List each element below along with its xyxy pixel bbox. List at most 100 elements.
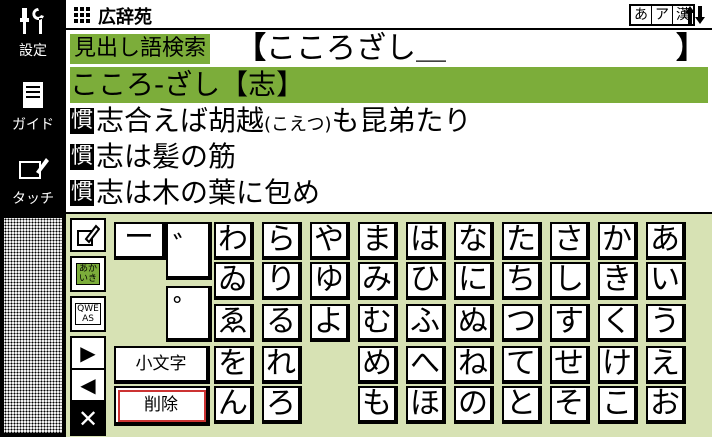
kana-key[interactable]: ゐ (214, 262, 254, 300)
kana-key[interactable]: る (262, 304, 302, 342)
kana-key[interactable]: よ (310, 304, 350, 342)
prev-button[interactable]: ◀ (70, 368, 106, 402)
kana-key[interactable]: も (358, 386, 398, 424)
kana-key[interactable]: ん (214, 386, 254, 424)
mode-hiragana: あ (631, 6, 652, 24)
result-item[interactable]: 慣志は木の葉に包め (70, 175, 320, 211)
result-text: 志は髪の筋 (96, 140, 237, 173)
kana-key[interactable]: ね (454, 346, 494, 384)
grid-menu-icon (74, 7, 90, 23)
kana-key[interactable]: い (646, 262, 686, 300)
up-down-arrows-icon[interactable] (684, 4, 706, 26)
settings-button[interactable]: 設定 (4, 4, 62, 70)
kana-key[interactable]: く (598, 304, 638, 342)
guide-label: ガイド (12, 117, 54, 133)
search-input[interactable]: 【こころざし＿ 】 (236, 32, 706, 66)
next-button[interactable]: ▶ (70, 336, 106, 370)
search-row: 見出し語検索 【こころざし＿ 】 (66, 32, 712, 67)
kana-key[interactable]: り (262, 262, 302, 300)
kana-key[interactable]: ゑ (214, 304, 254, 342)
close-icon: ✕ (77, 405, 99, 433)
kana-key[interactable]: と (502, 386, 542, 424)
kana-key[interactable]: の (454, 386, 494, 424)
hiragana-layout-label: あかいき (76, 263, 100, 285)
kana-key[interactable]: は (406, 222, 446, 260)
right-arrow-icon: ▶ (80, 341, 96, 365)
kana-key[interactable]: ひ (406, 262, 446, 300)
search-value: こころざし＿ (266, 31, 446, 66)
kana-key[interactable]: を (214, 346, 254, 384)
result-item[interactable]: 慣志合えば胡越(こえつ)も昆弟たり (70, 103, 472, 139)
kana-key[interactable]: せ (550, 346, 590, 384)
open-bracket: 【 (236, 31, 266, 66)
guide-button[interactable]: ガイド (4, 78, 62, 144)
kana-key[interactable]: す (550, 304, 590, 342)
long-vowel-key[interactable]: ー (114, 222, 166, 260)
settings-tools-icon (20, 8, 44, 34)
kana-key[interactable]: れ (262, 346, 302, 384)
kana-key[interactable]: ら (262, 222, 302, 260)
kana-key[interactable]: や (310, 222, 350, 260)
settings-label: 設定 (19, 43, 47, 59)
result-text: 志は木の葉に包め (96, 176, 321, 209)
result-text: 志合えば胡越 (96, 104, 265, 137)
title-bar: 広辞苑 あ ア 漢 (66, 0, 712, 30)
kana-key[interactable]: わ (214, 222, 254, 260)
close-keyboard-button[interactable]: ✕ (70, 402, 106, 436)
kana-key[interactable]: な (454, 222, 494, 260)
kana-key[interactable]: に (454, 262, 494, 300)
idiom-tag: 慣 (70, 108, 95, 134)
handwriting-button[interactable] (70, 218, 106, 252)
qwerty-layout-button[interactable]: QWEAS (70, 296, 106, 332)
touch-label: タッチ (12, 191, 54, 207)
mode-katakana: ア (652, 6, 673, 24)
kana-key[interactable]: う (646, 304, 686, 342)
kana-key[interactable]: ぬ (454, 304, 494, 342)
hiragana-layout-button[interactable]: あかいき (70, 256, 106, 292)
kana-key[interactable]: ろ (262, 386, 302, 424)
kana-key[interactable]: ち (502, 262, 542, 300)
sidebar: 設定 ガイド タッチ (0, 0, 66, 437)
small-kana-key[interactable]: 小文字 (114, 346, 210, 384)
result-item-selected[interactable]: こころ‐ざし【志】 (70, 67, 708, 103)
kana-key[interactable]: き (598, 262, 638, 300)
kana-key[interactable]: む (358, 304, 398, 342)
pencil-icon (77, 224, 100, 246)
kana-key[interactable]: こ (598, 386, 638, 424)
kana-key[interactable]: ゆ (310, 262, 350, 300)
keyboard-tools: あかいき QWEAS ▶ ◀ ✕ (70, 216, 108, 437)
touch-pen-icon (19, 158, 49, 179)
left-arrow-icon: ◀ (80, 373, 96, 397)
guide-book-icon (23, 82, 43, 108)
delete-key[interactable]: 削除 (114, 386, 210, 426)
qwerty-layout-label: QWEAS (75, 303, 101, 325)
dakuten-key[interactable]: ゛ (166, 222, 212, 280)
kana-key[interactable]: そ (550, 386, 590, 424)
kana-key[interactable]: へ (406, 346, 446, 384)
result-item[interactable]: 慣志は髪の筋 (70, 139, 236, 175)
kana-key[interactable]: た (502, 222, 542, 260)
dictionary-title: 広辞苑 (98, 7, 152, 28)
idiom-tag: 慣 (70, 180, 95, 206)
touch-button[interactable]: タッチ (4, 152, 62, 214)
kana-key[interactable]: ほ (406, 386, 446, 424)
kana-key[interactable]: し (550, 262, 590, 300)
idiom-tag: 慣 (70, 144, 95, 170)
kana-key[interactable]: え (646, 346, 686, 384)
sidebar-pattern (4, 218, 62, 433)
kana-key[interactable]: み (358, 262, 398, 300)
kana-key[interactable]: か (598, 222, 638, 260)
kana-key[interactable]: ま (358, 222, 398, 260)
result-text: こころ‐ざし【志】 (70, 68, 305, 101)
search-mode-label[interactable]: 見出し語検索 (70, 34, 211, 64)
kana-key[interactable]: け (598, 346, 638, 384)
kana-key[interactable]: め (358, 346, 398, 384)
kana-key[interactable]: つ (502, 304, 542, 342)
kana-key[interactable]: あ (646, 222, 686, 260)
kana-key[interactable]: ふ (406, 304, 446, 342)
kana-key[interactable]: さ (550, 222, 590, 260)
kana-key[interactable]: お (646, 386, 686, 424)
results-list: こころ‐ざし【志】 慣志合えば胡越(こえつ)も昆弟たり 慣志は髪の筋 慣志は木の… (66, 67, 712, 211)
handakuten-key[interactable]: ゜ (166, 286, 212, 342)
kana-key[interactable]: て (502, 346, 542, 384)
